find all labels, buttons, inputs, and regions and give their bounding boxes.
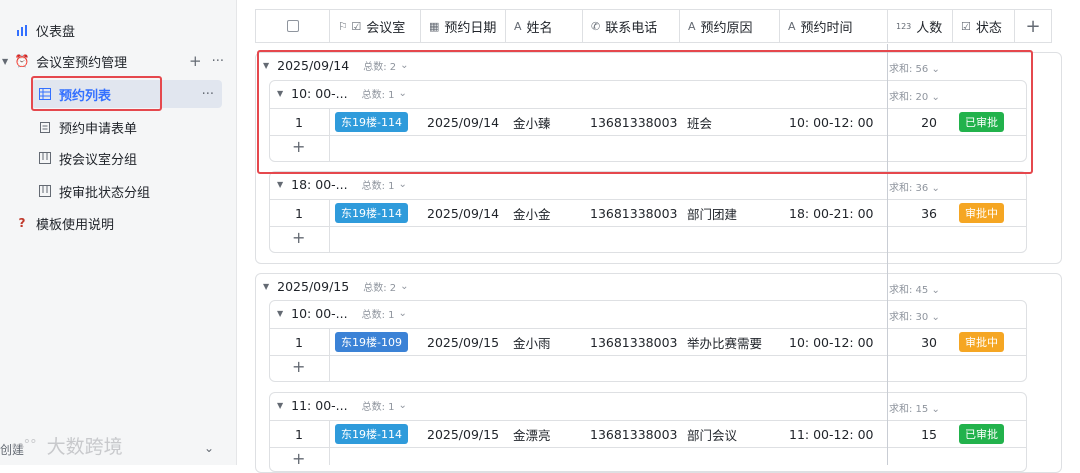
subgroup-sum: 求和: 30 ⌄: [889, 312, 940, 323]
chevron-down-icon[interactable]: ⌄: [399, 308, 407, 319]
text-icon: A: [688, 19, 696, 33]
kanban-icon: [37, 183, 53, 199]
sidebar: 仪表盘 ▼ ⏰ 会议室预约管理 + ··· 预约列表 ··· 预约申请表单 按会…: [0, 0, 237, 465]
table-row[interactable]: 1 东19楼-114 2025/09/15 金漂亮 13681338003 部门…: [269, 420, 1027, 448]
add-column-button[interactable]: +: [1015, 10, 1051, 42]
form-icon: [37, 119, 53, 135]
chart-icon: [14, 22, 30, 38]
subgroup-sum: 求和: 36 ⌄: [889, 183, 940, 194]
column-divider: [329, 420, 330, 465]
table-row[interactable]: 1 东19楼-109 2025/09/15 金小雨 13681338003 举办…: [269, 328, 1027, 356]
phone-icon: ✆: [591, 19, 601, 33]
group-sum: 求和: 56 ⌄: [889, 64, 940, 75]
number-icon: 123: [896, 21, 912, 31]
sidebar-item-label: 预约申请表单: [59, 121, 138, 137]
sidebar-item-label: 预约列表: [59, 88, 112, 104]
chevron-down-icon[interactable]: ⌄: [204, 441, 214, 455]
group-sum: 求和: 45 ⌄: [889, 285, 940, 296]
more-icon[interactable]: ···: [212, 54, 224, 69]
status-badge[interactable]: 审批中: [959, 332, 1004, 352]
chevron-down-icon[interactable]: ⌄: [399, 88, 407, 99]
group-count: 总数: 2: [363, 62, 397, 73]
column-header-time[interactable]: A 预约时间: [780, 10, 888, 42]
sidebar-item-template-guide[interactable]: ? 模板使用说明: [14, 209, 115, 237]
column-header-status[interactable]: ☑ 状态: [953, 10, 1015, 42]
chevron-down-icon[interactable]: ▼: [263, 61, 269, 70]
add-row-button[interactable]: +: [292, 137, 305, 156]
sidebar-item-booking-form[interactable]: 预约申请表单: [37, 113, 137, 141]
chevron-down-icon[interactable]: ⌄: [400, 60, 408, 71]
add-row-button[interactable]: +: [292, 228, 305, 247]
room-tag[interactable]: 东19楼-114: [335, 112, 408, 132]
table-header: ⚐ ☑ 会议室 ▦ 预约日期 A 姓名 ✆ 联系电话 A 预约原因 A 预约时间 123 人数…: [255, 9, 1052, 43]
kanban-icon: [37, 150, 53, 166]
plus-icon[interactable]: +: [189, 52, 202, 70]
column-header-reason[interactable]: A 预约原因: [680, 10, 780, 42]
status-badge[interactable]: 已审批: [959, 424, 1004, 444]
calendar-icon: ▦: [429, 19, 440, 33]
time-subgroup-title[interactable]: ▼ 18: 00-... 总数: 1 ⌄: [277, 177, 407, 192]
sidebar-item-label: 按会议室分组: [59, 152, 138, 168]
header-checkbox[interactable]: [256, 10, 330, 42]
sidebar-item-label: 按审批状态分组: [59, 185, 151, 201]
watermark-logo-icon: ᔕ°°: [12, 438, 37, 453]
sidebar-item-group-by-room[interactable]: 按会议室分组: [37, 144, 137, 172]
time-subgroup-title[interactable]: ▼ 10: 00-... 总数: 1 ⌄: [277, 306, 407, 321]
text-icon: A: [514, 19, 522, 33]
chevron-down-icon[interactable]: ▼: [263, 282, 269, 291]
time-subgroup-title[interactable]: ▼ 10: 00-... 总数: 1 ⌄: [277, 86, 407, 101]
text-icon: A: [788, 19, 796, 33]
table-row[interactable]: 1 东19楼-114 2025/09/14 金小金 13681338003 部门…: [269, 199, 1027, 227]
sidebar-item-booking-list[interactable]: 预约列表 ···: [31, 80, 222, 108]
column-header-count[interactable]: 123 人数: [888, 10, 953, 42]
room-tag[interactable]: 东19楼-109: [335, 332, 408, 352]
subgroup-sum: 求和: 20 ⌄: [889, 92, 940, 103]
subgroup-sum: 求和: 15 ⌄: [889, 404, 940, 415]
flag-icon: ⚐ ☑: [338, 19, 362, 33]
watermark: ᔕ°° 大数跨境: [12, 436, 123, 458]
add-row-button[interactable]: +: [292, 449, 305, 468]
frozen-divider: [887, 44, 888, 465]
chevron-down-icon[interactable]: ▼: [277, 180, 283, 189]
date-group-title[interactable]: ▼ 2025/09/14 总数: 2 ⌄: [263, 58, 409, 73]
chevron-down-icon[interactable]: ▼: [2, 57, 8, 66]
status-badge[interactable]: 已审批: [959, 112, 1004, 132]
checkbox-icon: ☑: [961, 19, 971, 33]
column-header-phone[interactable]: ✆ 联系电话: [583, 10, 680, 42]
column-divider: [329, 108, 330, 162]
column-header-name[interactable]: A 姓名: [506, 10, 583, 42]
date-group-title[interactable]: ▼ 2025/09/15 总数: 2 ⌄: [263, 279, 409, 294]
sidebar-item-label: 会议室预约管理: [36, 55, 128, 71]
more-icon[interactable]: ···: [202, 87, 214, 102]
sidebar-item-label: 仪表盘: [36, 24, 76, 40]
chevron-down-icon[interactable]: ⌄: [399, 179, 407, 190]
column-header-room[interactable]: ⚐ ☑ 会议室: [330, 10, 421, 42]
chevron-down-icon[interactable]: ⌄: [400, 281, 408, 292]
sidebar-item-meeting-management[interactable]: ▼ ⏰ 会议室预约管理 + ···: [2, 47, 224, 75]
column-divider: [329, 328, 330, 382]
room-tag[interactable]: 东19楼-114: [335, 424, 408, 444]
sidebar-item-dashboard[interactable]: 仪表盘: [14, 16, 75, 44]
checkbox[interactable]: [286, 20, 299, 32]
status-badge[interactable]: 审批中: [959, 203, 1004, 223]
clock-icon: ⏰: [14, 54, 30, 68]
table-row[interactable]: 1 东19楼-114 2025/09/14 金小臻 13681338003 班会…: [269, 108, 1027, 136]
sidebar-item-group-by-status[interactable]: 按审批状态分组: [37, 177, 150, 205]
column-divider: [329, 199, 330, 253]
column-header-date[interactable]: ▦ 预约日期: [421, 10, 506, 42]
question-icon: ?: [18, 216, 26, 230]
chevron-down-icon[interactable]: ▼: [277, 401, 283, 410]
chevron-down-icon[interactable]: ▼: [277, 89, 283, 98]
main-grid: ⚐ ☑ 会议室 ▦ 预约日期 A 姓名 ✆ 联系电话 A 预约原因 A 预约时间 123 人数…: [237, 0, 1080, 473]
grid-icon: [37, 86, 53, 102]
chevron-down-icon[interactable]: ⌄: [399, 400, 407, 411]
add-row-button[interactable]: +: [292, 357, 305, 376]
time-subgroup-title[interactable]: ▼ 11: 00-... 总数: 1 ⌄: [277, 398, 407, 413]
room-tag[interactable]: 东19楼-114: [335, 203, 408, 223]
chevron-down-icon[interactable]: ▼: [277, 309, 283, 318]
sidebar-item-label: 模板使用说明: [36, 217, 115, 233]
